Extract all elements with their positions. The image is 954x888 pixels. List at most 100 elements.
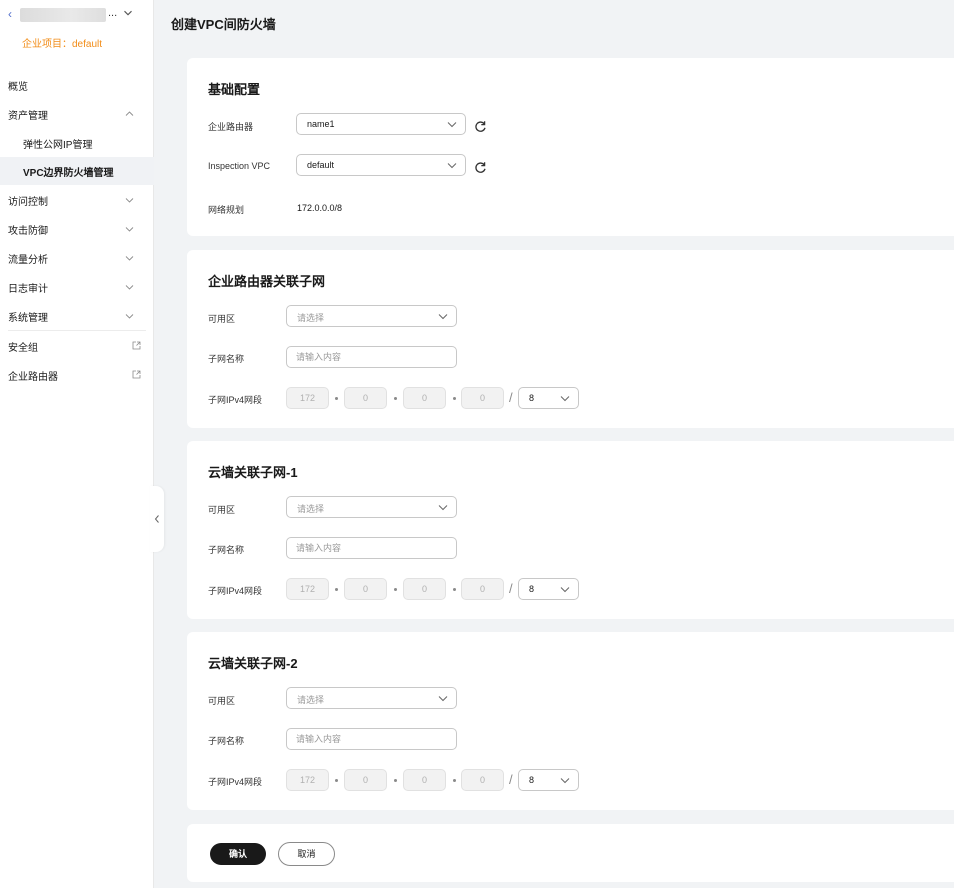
sidebar: ‹ ... 企业项目：default 概览 资产管理 弹性公网IP管理 VPC边…: [0, 0, 154, 888]
sidebar-divider: [8, 330, 146, 331]
chevron-down-icon: [438, 314, 448, 320]
section-title: 云墙关联子网-1: [208, 465, 298, 480]
chevron-down-icon: [125, 198, 134, 203]
ip-octet-value: 172: [299, 584, 316, 594]
sidebar-item-attack-defense[interactable]: 攻击防御: [0, 215, 154, 243]
subnet-name-input[interactable]: [286, 537, 457, 559]
chevron-up-icon: [125, 111, 134, 116]
ip-octet-value: 0: [421, 584, 427, 594]
er-subnet-card: 企业路由器关联子网 可用区 请选择 子网名称 子网IPv4网段 172 0 0 …: [187, 250, 954, 428]
field-label: 子网名称: [208, 736, 245, 746]
field-label: 可用区: [208, 505, 236, 515]
sidebar-item-label: 企业路由器: [8, 371, 58, 383]
sidebar-item-label: 安全组: [8, 342, 38, 354]
select-value: 8: [529, 393, 535, 403]
ip-octet-4: 0: [461, 769, 504, 791]
sidebar-item-system-management[interactable]: 系统管理: [0, 302, 154, 330]
section-title: 基础配置: [208, 82, 261, 97]
ip-dot: [394, 588, 397, 591]
ip-octet-2: 0: [344, 578, 387, 600]
inspection-vpc-select[interactable]: default: [296, 154, 466, 176]
ip-octet-value: 0: [362, 775, 368, 785]
sidebar-item-label: 访问控制: [8, 196, 48, 208]
sidebar-item-security-group[interactable]: 安全组: [0, 332, 154, 360]
select-placeholder: 请选择: [297, 313, 325, 323]
field-label: 可用区: [208, 696, 236, 706]
project-switcher[interactable]: ‹ ... 企业项目：default: [0, 0, 154, 58]
ip-octet-4: 0: [461, 578, 504, 600]
section-title: 企业路由器关联子网: [208, 274, 326, 289]
sidebar-item-label: 流量分析: [8, 254, 48, 266]
ip-octet-value: 0: [421, 775, 427, 785]
sidebar-item-enterprise-router[interactable]: 企业路由器: [0, 361, 154, 389]
mask-select[interactable]: 8: [518, 769, 579, 791]
subnet-name-input[interactable]: [286, 728, 457, 750]
refresh-icon[interactable]: [474, 120, 487, 133]
ip-dot: [335, 779, 338, 782]
ip-octet-value: 0: [421, 393, 427, 403]
ip-dot: [453, 588, 456, 591]
sidebar-item-label: 概览: [8, 81, 28, 93]
ip-slash: /: [509, 772, 513, 787]
ip-octet-value: 0: [362, 584, 368, 594]
sidebar-item-traffic-analysis[interactable]: 流量分析: [0, 244, 154, 272]
field-label: 子网IPv4网段: [208, 777, 263, 787]
az-select[interactable]: 请选择: [286, 496, 457, 518]
mask-select[interactable]: 8: [518, 578, 579, 600]
ip-dot: [394, 779, 397, 782]
chevron-left-icon[interactable]: ‹: [8, 7, 12, 21]
sidebar-item-eip-management[interactable]: 弹性公网IP管理: [0, 129, 154, 157]
ip-octet-3: 0: [403, 769, 446, 791]
ip-octet-3: 0: [403, 578, 446, 600]
field-label: 企业路由器: [208, 122, 254, 132]
select-placeholder: 请选择: [297, 504, 325, 514]
sidebar-item-vpc-firewall-management[interactable]: VPC边界防火墙管理: [0, 157, 154, 185]
ip-octet-value: 172: [299, 775, 316, 785]
ip-octet-value: 0: [479, 393, 485, 403]
sidebar-item-label: 资产管理: [8, 110, 48, 122]
refresh-icon[interactable]: [474, 161, 487, 174]
az-select[interactable]: 请选择: [286, 305, 457, 327]
chevron-down-icon: [125, 227, 134, 232]
ip-slash: /: [509, 581, 513, 596]
chevron-down-icon: [560, 396, 570, 402]
sidebar-item-label: 攻击防御: [8, 225, 48, 237]
field-label: 可用区: [208, 314, 236, 324]
ip-dot: [453, 779, 456, 782]
chevron-down-icon: [438, 505, 448, 511]
ellipsis: ...: [108, 7, 118, 19]
ip-dot: [335, 588, 338, 591]
chevron-down-icon: [447, 122, 457, 128]
fw-subnet-2-card: 云墙关联子网-2 可用区 请选择 子网名称 子网IPv4网段 172 0 0 0…: [187, 632, 954, 810]
select-value: default: [307, 160, 335, 170]
sidebar-item-access-control[interactable]: 访问控制: [0, 186, 154, 214]
az-select[interactable]: 请选择: [286, 687, 457, 709]
chevron-down-icon[interactable]: [123, 8, 133, 18]
ip-dot: [453, 397, 456, 400]
sidebar-item-log-audit[interactable]: 日志审计: [0, 273, 154, 301]
ip-octet-value: 0: [362, 393, 368, 403]
ip-octet-1: 172: [286, 578, 329, 600]
field-label: 子网IPv4网段: [208, 586, 263, 596]
cancel-button[interactable]: 取消: [278, 842, 335, 866]
field-label: 子网名称: [208, 354, 245, 364]
ip-octet-2: 0: [344, 387, 387, 409]
sidebar-collapse-button[interactable]: [150, 486, 164, 552]
external-link-icon: [132, 341, 141, 350]
field-label: 网络规划: [208, 205, 245, 215]
sidebar-item-asset-management[interactable]: 资产管理: [0, 100, 154, 128]
select-value: 8: [529, 584, 535, 594]
basic-config-card: 基础配置 企业路由器 name1 Inspection VPC default …: [187, 58, 954, 236]
ip-dot: [394, 397, 397, 400]
external-link-icon: [132, 370, 141, 379]
confirm-button[interactable]: 确认: [210, 843, 266, 865]
chevron-down-icon: [560, 778, 570, 784]
subnet-name-input[interactable]: [286, 346, 457, 368]
field-label: 子网IPv4网段: [208, 395, 263, 405]
sidebar-item-overview[interactable]: 概览: [0, 71, 154, 99]
enterprise-router-select[interactable]: name1: [296, 113, 466, 135]
select-value: name1: [307, 119, 335, 129]
chevron-down-icon: [447, 163, 457, 169]
mask-select[interactable]: 8: [518, 387, 579, 409]
enterprise-project-label: 企业项目：default: [22, 39, 103, 50]
